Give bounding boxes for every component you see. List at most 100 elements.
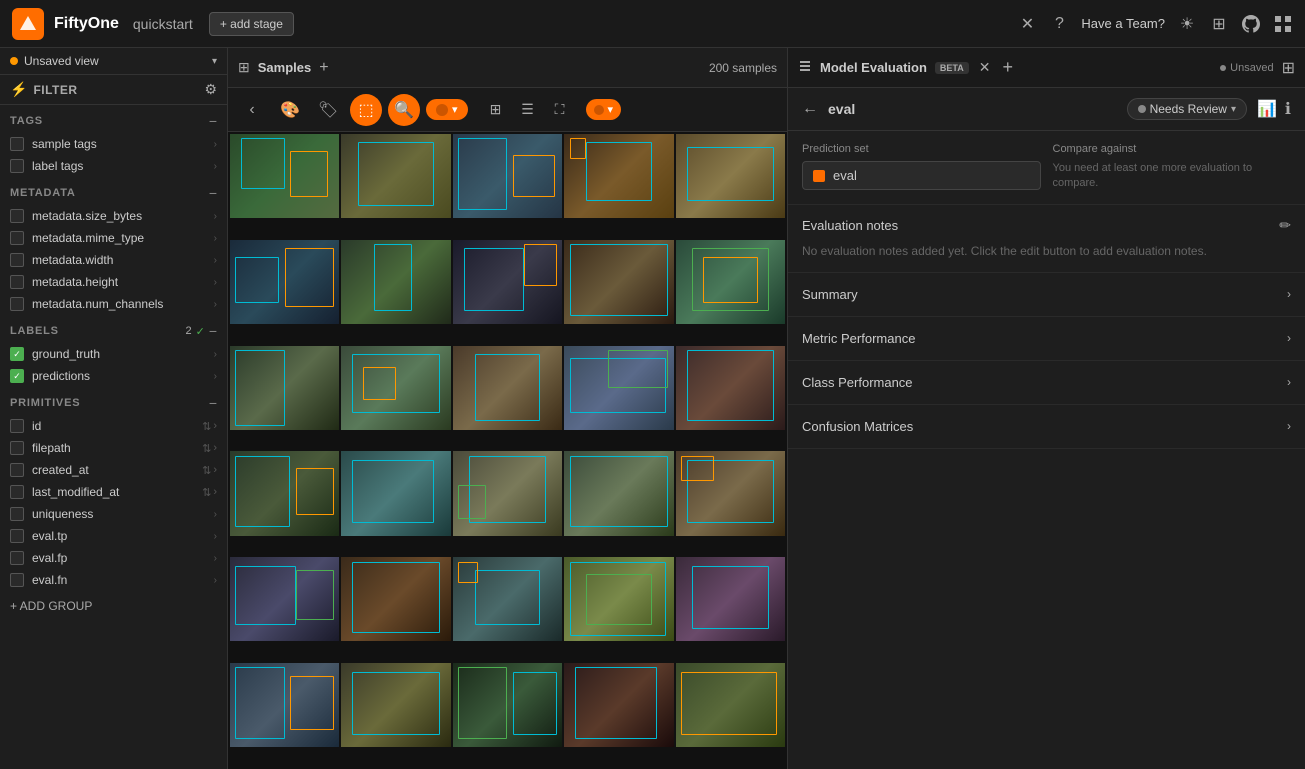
image-cell[interactable] <box>453 451 562 535</box>
image-cell[interactable] <box>676 240 785 324</box>
created-at-checkbox[interactable] <box>10 463 24 477</box>
mime-type-checkbox[interactable] <box>10 231 24 245</box>
image-cell[interactable] <box>453 134 562 218</box>
list-view-toggle[interactable]: ☰ <box>514 96 542 124</box>
sidebar-item-last-modified[interactable]: last_modified_at ⇅ › <box>0 481 227 503</box>
image-cell[interactable] <box>230 134 339 218</box>
samples-add-icon[interactable]: + <box>319 59 328 77</box>
search-button[interactable]: 🔍 <box>388 94 420 126</box>
labels-collapse-icon[interactable]: − <box>209 323 217 339</box>
image-cell[interactable] <box>230 451 339 535</box>
class-performance-accordion-header[interactable]: Class Performance › <box>788 361 1305 404</box>
label-tags-checkbox[interactable] <box>10 159 24 173</box>
eval-back-button[interactable]: ← <box>802 100 818 118</box>
add-group-button[interactable]: + ADD GROUP <box>0 591 227 621</box>
image-cell[interactable] <box>676 557 785 641</box>
add-stage-button[interactable]: + add stage <box>209 12 294 36</box>
help-icon[interactable]: ? <box>1049 14 1069 34</box>
image-cell[interactable] <box>341 346 450 430</box>
sample-tags-checkbox[interactable] <box>10 137 24 151</box>
panel-menu-icon[interactable] <box>798 59 812 76</box>
sidebar-item-label-tags[interactable]: label tags › <box>0 155 227 177</box>
eval-notes-edit-icon[interactable]: ✏ <box>1279 217 1291 234</box>
grid-view-toggle[interactable]: ⊞ <box>482 96 510 124</box>
confusion-matrices-accordion-header[interactable]: Confusion Matrices › <box>788 405 1305 448</box>
metadata-collapse-icon[interactable]: − <box>209 185 217 201</box>
summary-accordion-header[interactable]: Summary › <box>788 273 1305 316</box>
sidebar-item-filepath[interactable]: filepath ⇅ › <box>0 437 227 459</box>
sidebar-item-width[interactable]: metadata.width › <box>0 249 227 271</box>
sidebar-item-sample-tags[interactable]: sample tags › <box>0 133 227 155</box>
grid-app-icon[interactable]: ⊞ <box>1209 14 1229 34</box>
panel-close-button[interactable]: ✕ <box>979 59 991 76</box>
close-icon[interactable]: ✕ <box>1017 14 1037 34</box>
unsaved-view-selector[interactable]: Unsaved view ▾ <box>0 48 227 75</box>
sun-icon[interactable]: ☀ <box>1177 14 1197 34</box>
sidebar-item-height[interactable]: metadata.height › <box>0 271 227 293</box>
num-channels-checkbox[interactable] <box>10 297 24 311</box>
sidebar-item-created-at[interactable]: created_at ⇅ › <box>0 459 227 481</box>
sidebar-item-eval-tp[interactable]: eval.tp › <box>0 525 227 547</box>
image-cell[interactable] <box>564 663 673 747</box>
image-cell[interactable] <box>230 346 339 430</box>
image-cell[interactable] <box>676 134 785 218</box>
image-cell[interactable] <box>564 240 673 324</box>
height-checkbox[interactable] <box>10 275 24 289</box>
prediction-set-selector[interactable]: eval <box>802 161 1041 190</box>
image-cell[interactable] <box>230 663 339 747</box>
filter-settings-icon[interactable]: ⚙ <box>204 81 217 98</box>
predictions-checkbox[interactable] <box>10 369 24 383</box>
status-pill[interactable]: Needs Review ▾ <box>1127 98 1247 120</box>
uniqueness-checkbox[interactable] <box>10 507 24 521</box>
primitives-collapse-icon[interactable]: − <box>209 395 217 411</box>
app-grid-icon[interactable] <box>1273 14 1293 34</box>
sidebar-item-eval-fp[interactable]: eval.fp › <box>0 547 227 569</box>
image-cell[interactable] <box>564 346 673 430</box>
size-bytes-checkbox[interactable] <box>10 209 24 223</box>
expand-view-toggle[interactable]: ⛶ <box>546 96 574 124</box>
image-cell[interactable] <box>453 663 562 747</box>
sidebar-item-ground-truth[interactable]: ground_truth › <box>0 343 227 365</box>
filepath-checkbox[interactable] <box>10 441 24 455</box>
color-toggle[interactable]: ▾ <box>426 99 468 120</box>
width-checkbox[interactable] <box>10 253 24 267</box>
image-cell[interactable] <box>341 557 450 641</box>
image-cell[interactable] <box>230 557 339 641</box>
eval-fp-checkbox[interactable] <box>10 551 24 565</box>
image-cell[interactable] <box>564 451 673 535</box>
eval-fn-checkbox[interactable] <box>10 573 24 587</box>
eval-chart-icon[interactable]: 📊 <box>1257 99 1277 119</box>
palette-button[interactable]: 🎨 <box>274 94 306 126</box>
sidebar-item-eval-fn[interactable]: eval.fn › <box>0 569 227 591</box>
sidebar-item-size-bytes[interactable]: metadata.size_bytes › <box>0 205 227 227</box>
image-cell[interactable] <box>341 663 450 747</box>
ground-truth-checkbox[interactable] <box>10 347 24 361</box>
image-cell[interactable] <box>676 663 785 747</box>
prev-button[interactable]: ‹ <box>236 94 268 126</box>
image-cell[interactable] <box>453 240 562 324</box>
tag-button[interactable]: 🏷 <box>312 94 344 126</box>
image-cell[interactable] <box>453 346 562 430</box>
image-cell[interactable] <box>341 240 450 324</box>
sidebar-item-num-channels[interactable]: metadata.num_channels › <box>0 293 227 315</box>
image-cell[interactable] <box>230 240 339 324</box>
panel-grid-view-icon[interactable]: ⊞ <box>1282 58 1295 78</box>
id-checkbox[interactable] <box>10 419 24 433</box>
sidebar-item-uniqueness[interactable]: uniqueness › <box>0 503 227 525</box>
metric-performance-accordion-header[interactable]: Metric Performance › <box>788 317 1305 360</box>
bbox-button[interactable]: ⬚ <box>350 94 382 126</box>
panel-add-button[interactable]: + <box>1002 57 1013 78</box>
image-cell[interactable] <box>341 451 450 535</box>
image-cell[interactable] <box>453 557 562 641</box>
image-cell[interactable] <box>341 134 450 218</box>
eval-tp-checkbox[interactable] <box>10 529 24 543</box>
image-cell[interactable] <box>676 451 785 535</box>
brightness-toggle[interactable]: ▾ <box>586 99 622 120</box>
image-cell[interactable] <box>564 557 673 641</box>
image-cell[interactable] <box>564 134 673 218</box>
github-icon[interactable] <box>1241 14 1261 34</box>
sidebar-item-predictions[interactable]: predictions › <box>0 365 227 387</box>
tags-collapse-icon[interactable]: − <box>209 113 217 129</box>
last-modified-checkbox[interactable] <box>10 485 24 499</box>
sidebar-item-mime-type[interactable]: metadata.mime_type › <box>0 227 227 249</box>
